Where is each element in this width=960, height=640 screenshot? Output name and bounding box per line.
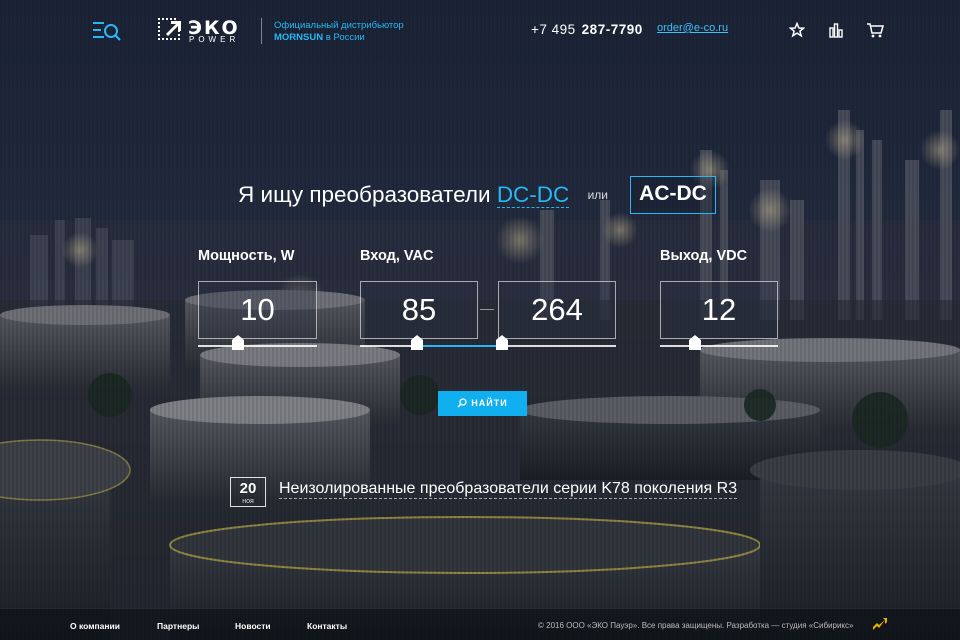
type-dcdc-toggle[interactable]: DC-DC [496, 182, 570, 208]
type-acdc-toggle[interactable]: AC-DC [630, 176, 716, 214]
distributor-line2: MORNSUN в России [274, 32, 404, 44]
email-link[interactable]: order@e-co.ru [657, 22, 728, 34]
chart-icon[interactable] [828, 22, 844, 38]
power-label: Мощность, W [198, 248, 295, 264]
output-slider-track[interactable] [660, 345, 778, 347]
or-text: или [587, 188, 608, 202]
developer-logo-icon[interactable] [873, 618, 887, 630]
background-industrial-scene [0, 0, 960, 640]
logo-sub: POWER [189, 35, 240, 44]
distributor-brand: MORNSUN [274, 32, 324, 43]
input-max-handle[interactable] [496, 335, 508, 350]
news-month: ноя [242, 498, 254, 505]
star-icon[interactable] [788, 21, 806, 38]
output-slider-handle[interactable] [689, 335, 701, 350]
input-min-handle[interactable] [411, 335, 423, 350]
phone-prefix: +7 495 [531, 22, 576, 37]
headline-text: Я ищу преобразователи [238, 182, 491, 207]
footer-link-news[interactable]: Новости [235, 621, 271, 631]
header: ЭКО POWER Официальный дистрибьютор MORNS… [0, 0, 960, 60]
output-input[interactable]: 12 [660, 281, 778, 339]
power-input[interactable]: 10 [198, 281, 317, 339]
footer-link-contacts[interactable]: Контакты [307, 621, 347, 631]
range-dash [480, 309, 494, 310]
input-min-field[interactable]: 85 [360, 281, 478, 339]
copyright-text: © 2016 ООО «ЭКО Пауэр». Все права защище… [538, 621, 854, 630]
phone-main: 287-7790 [581, 22, 643, 37]
news-day: 20 [239, 480, 257, 497]
power-slider-handle[interactable] [232, 335, 244, 350]
news-date-badge: 20 ноя [230, 477, 266, 507]
footer: О компании Партнеры Новости Контакты © 2… [0, 608, 960, 640]
find-button-label: НАЙТИ [471, 398, 508, 408]
phone-number[interactable]: +7 495 287-7790 [531, 22, 643, 37]
search-icon [457, 398, 467, 408]
footer-link-about[interactable]: О компании [70, 621, 120, 631]
cart-icon[interactable] [866, 22, 884, 38]
distributor-country: в России [323, 32, 365, 43]
distributor-line1: Официальный дистрибьютор [274, 20, 404, 31]
menu-search-icon[interactable] [92, 19, 122, 43]
distributor-text: Официальный дистрибьютор MORNSUN в Росси… [274, 20, 404, 44]
footer-link-partners[interactable]: Партнеры [157, 621, 199, 631]
input-slider-range [416, 345, 502, 347]
power-slider-track[interactable] [198, 345, 317, 347]
logo[interactable]: ЭКО POWER [158, 17, 250, 46]
logo-mark-icon [158, 18, 181, 40]
input-max-field[interactable]: 264 [498, 281, 616, 339]
header-divider [261, 18, 262, 44]
search-headline: Я ищу преобразователи DC-DC или [238, 182, 618, 208]
news-title-link[interactable]: Неизолированные преобразователи серии K7… [279, 480, 738, 499]
input-voltage-label: Вход, VAC [360, 248, 434, 264]
output-voltage-label: Выход, VDC [660, 248, 748, 264]
find-button[interactable]: НАЙТИ [438, 391, 527, 416]
